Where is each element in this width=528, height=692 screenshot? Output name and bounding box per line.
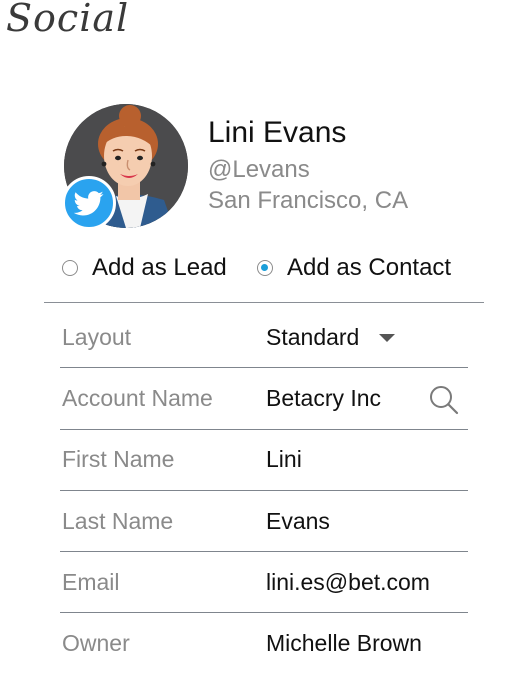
profile-name: Lini Evans (208, 116, 347, 149)
layout-label: Layout (62, 323, 132, 350)
twitter-icon (74, 190, 104, 215)
profile-avatar-group (62, 104, 188, 230)
last-name-row: Last Name Evans (60, 491, 468, 553)
account-name-input[interactable]: Betacry Inc (266, 385, 381, 412)
page-heading: Social (6, 0, 130, 40)
last-name-label: Last Name (62, 507, 174, 534)
add-as-lead-label: Add as Lead (92, 254, 227, 281)
add-as-contact-label: Add as Contact (287, 254, 452, 281)
account-name-row: Account Name Betacry Inc (60, 368, 468, 430)
layout-row: Layout Standard (60, 307, 468, 369)
first-name-row: First Name Lini (60, 430, 468, 491)
search-icon[interactable] (428, 384, 460, 416)
layout-select[interactable]: Standard (266, 324, 359, 351)
first-name-input[interactable]: Lini (266, 446, 302, 473)
email-row: Email lini.es@bet.com (60, 552, 468, 614)
last-name-input[interactable]: Evans (266, 508, 330, 535)
profile-location: San Francisco, CA (208, 187, 409, 214)
caret-down-icon[interactable] (379, 334, 396, 343)
account-name-label: Account Name (62, 384, 213, 411)
radio-unchecked-icon (62, 260, 78, 276)
section-divider (44, 302, 484, 303)
email-input[interactable]: lini.es@bet.com (266, 569, 430, 596)
owner-label: Owner (62, 630, 130, 657)
owner-row: Owner Michelle Brown (60, 613, 468, 673)
profile-handle: @Levans (208, 156, 310, 183)
first-name-label: First Name (62, 446, 175, 473)
email-label: Email (62, 568, 120, 595)
add-as-lead-radio[interactable]: Add as Lead (62, 252, 227, 284)
add-as-contact-radio[interactable]: Add as Contact (257, 252, 451, 284)
radio-checked-icon (257, 260, 273, 276)
twitter-badge (62, 176, 116, 230)
owner-input[interactable]: Michelle Brown (266, 630, 422, 657)
contact-form: Layout Standard Account Name Betacry Inc… (60, 307, 468, 674)
